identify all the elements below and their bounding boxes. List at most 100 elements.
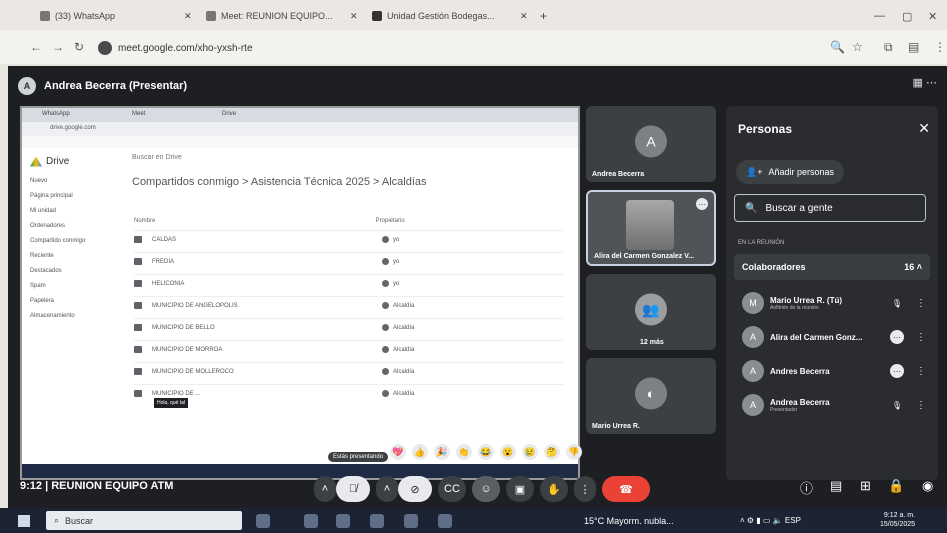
file-name: CALDAS	[152, 236, 177, 243]
close-tab-icon[interactable]: ✕	[184, 6, 192, 26]
reload-icon[interactable]: ↻	[74, 40, 84, 54]
layout-icon[interactable]: ▦ ⋯	[913, 76, 937, 89]
owner-avatar	[382, 389, 389, 397]
column-name-header: Nombre	[134, 218, 156, 224]
participant-tile[interactable]: 👥 12 más	[586, 274, 716, 350]
zoom-icon[interactable]: 🔍	[830, 40, 845, 54]
mic-off-icon[interactable]: 🎙̸	[336, 476, 370, 502]
more-options-icon[interactable]: ⋯	[696, 198, 708, 210]
more-options-icon[interactable]: ⋮	[916, 298, 926, 309]
maximize-button[interactable]: ▢	[902, 6, 912, 26]
add-people-button[interactable]: 👤+ Añadir personas	[736, 160, 844, 184]
participant-row[interactable]: A Andrea Becerra Presentador 🎙 ⋮	[742, 390, 930, 420]
system-tray[interactable]: ˄ ⚙ ▮ ▭ 🔈 ESP	[740, 516, 801, 525]
emoji-icon[interactable]: ☺	[472, 476, 500, 502]
bookmark-star-icon[interactable]: ☆	[852, 40, 863, 54]
store-icon[interactable]	[370, 514, 384, 528]
participant-tile[interactable]: A Andrea Becerra	[586, 106, 716, 182]
folder-icon	[134, 302, 142, 309]
profile-icon[interactable]: ▤	[908, 40, 919, 54]
drive-sidebar: Nuevo Página principal Mi unidad Ordenad…	[30, 178, 120, 328]
more-options-icon[interactable]: ⋮	[916, 400, 926, 411]
close-tab-icon[interactable]: ✕	[350, 6, 358, 26]
tab-label: Meet: REUNION EQUIPO...	[221, 11, 333, 21]
more-icon[interactable]: ⋯	[890, 364, 904, 378]
people-search-input[interactable]: 🔍 Buscar a gente	[734, 194, 926, 222]
participant-tile[interactable]: ⋯ Alira del Carmen Gonzalez V...	[586, 190, 716, 266]
weather-widget[interactable]: 15°C Mayorm. nubla...	[584, 516, 674, 526]
participant-row[interactable]: A Alira del Carmen Gonz... ⋯ ⋮	[742, 322, 930, 352]
chat-icon[interactable]: ▤	[830, 478, 842, 494]
more-options-icon[interactable]: ⋮	[574, 476, 596, 502]
participant-row[interactable]: A Andres Becerra ⋯ ⋮	[742, 356, 930, 386]
reaction-thumbs-up-icon[interactable]: 👍	[412, 444, 428, 460]
close-tab-icon[interactable]: ✕	[520, 6, 528, 26]
more-icon[interactable]: ⋯	[890, 330, 904, 344]
reaction-thinking-icon[interactable]: 🤔	[544, 444, 560, 460]
file-owner: yo	[393, 237, 400, 244]
whatsapp-icon	[40, 11, 50, 21]
leave-call-button[interactable]: ☎	[602, 476, 650, 502]
new-tab-button[interactable]: +	[540, 6, 547, 26]
language-indicator: ESP	[784, 516, 801, 525]
drive-logo: Drive	[30, 156, 69, 167]
reaction-clap-icon[interactable]: 👏	[456, 444, 472, 460]
chrome-icon[interactable]	[304, 514, 318, 528]
drive-sidebar-item: Destacados	[30, 268, 62, 274]
add-people-label: Añadir personas	[768, 167, 835, 177]
more-options-icon[interactable]: ⋮	[916, 332, 926, 343]
tab-meet[interactable]: Meet: REUNION EQUIPO...	[206, 6, 336, 26]
url-field[interactable]: meet.google.com/xho-yxsh-rte	[98, 38, 798, 58]
reaction-laugh-icon[interactable]: 😂	[478, 444, 494, 460]
mic-off-icon[interactable]: 🎙	[890, 398, 904, 412]
participant-tile[interactable]: ◐ Mario Urrea R.	[586, 358, 716, 434]
shared-tab: WhatsApp	[42, 111, 70, 117]
activities-icon[interactable]: ⊞	[860, 478, 871, 494]
present-icon[interactable]: ▣	[506, 476, 534, 502]
app-icon[interactable]	[438, 514, 452, 528]
mic-options-chevron[interactable]: ˄	[314, 476, 336, 502]
participant-row[interactable]: M Mario Urrea R. (Tú) Anfitrión de la reu…	[742, 288, 930, 318]
reaction-heart-icon[interactable]: 💖	[390, 444, 406, 460]
reactions-bar: 💖 👍 🎉 👏 😂 😮 😢 🤔 👎	[390, 444, 582, 466]
tab-whatsapp[interactable]: (33) WhatsApp	[40, 6, 170, 26]
forward-icon[interactable]: →	[52, 40, 64, 54]
minimize-button[interactable]: —	[874, 6, 885, 26]
raise-hand-icon[interactable]: ✋	[540, 476, 568, 502]
collaborators-group[interactable]: Colaboradores 16 ˄	[734, 254, 930, 280]
mail-icon[interactable]	[336, 514, 350, 528]
reaction-thumbs-down-icon[interactable]: 👎	[566, 444, 582, 460]
participant-name: Mario Urrea R. (Tú)	[770, 295, 843, 305]
drive-sidebar-item: Compartido conmigo	[30, 238, 86, 244]
close-window-button[interactable]: ✕	[928, 6, 937, 26]
windows-start-icon[interactable]	[18, 515, 30, 527]
site-info-icon[interactable]	[98, 41, 112, 55]
menu-icon[interactable]: ⋮	[934, 40, 946, 54]
more-options-icon[interactable]: ⋮	[916, 366, 926, 377]
reaction-sad-icon[interactable]: 😢	[522, 444, 538, 460]
mic-off-icon[interactable]: 🎙	[890, 296, 904, 310]
drive-breadcrumb: Compartidos conmigo > Asistencia Técnica…	[132, 176, 427, 188]
reaction-surprised-icon[interactable]: 😮	[500, 444, 516, 460]
people-icon[interactable]: ◉	[922, 478, 933, 494]
taskbar-search-input[interactable]: ⌕ Buscar	[46, 511, 242, 530]
back-icon[interactable]: ←	[30, 40, 42, 54]
captions-icon[interactable]: CC	[438, 476, 466, 502]
file-owner: Alcaldía	[393, 347, 415, 354]
drive-sidebar-item: Almacenamiento	[30, 313, 75, 319]
clock[interactable]: 9:12 a. m. 15/05/2025	[880, 511, 915, 529]
search-icon: ⌕	[54, 515, 60, 525]
group-label: Colaboradores	[742, 262, 806, 272]
camera-off-icon[interactable]: ⊘	[398, 476, 432, 502]
app-icon[interactable]	[404, 514, 418, 528]
close-icon[interactable]: ✕	[918, 120, 930, 137]
file-name: MUNICIPIO DE ...	[152, 390, 201, 397]
extensions-icon[interactable]: ⧉	[884, 40, 893, 55]
camera-options-chevron[interactable]: ˄	[376, 476, 398, 502]
meeting-details-icon[interactable]: ⓘ	[800, 478, 813, 497]
tab-drive[interactable]: Unidad Gestión Bodegas...	[372, 6, 512, 26]
task-view-icon[interactable]	[256, 514, 270, 528]
host-controls-icon[interactable]: 🔒	[888, 478, 904, 494]
reaction-party-icon[interactable]: 🎉	[434, 444, 450, 460]
participant-video	[626, 200, 674, 250]
